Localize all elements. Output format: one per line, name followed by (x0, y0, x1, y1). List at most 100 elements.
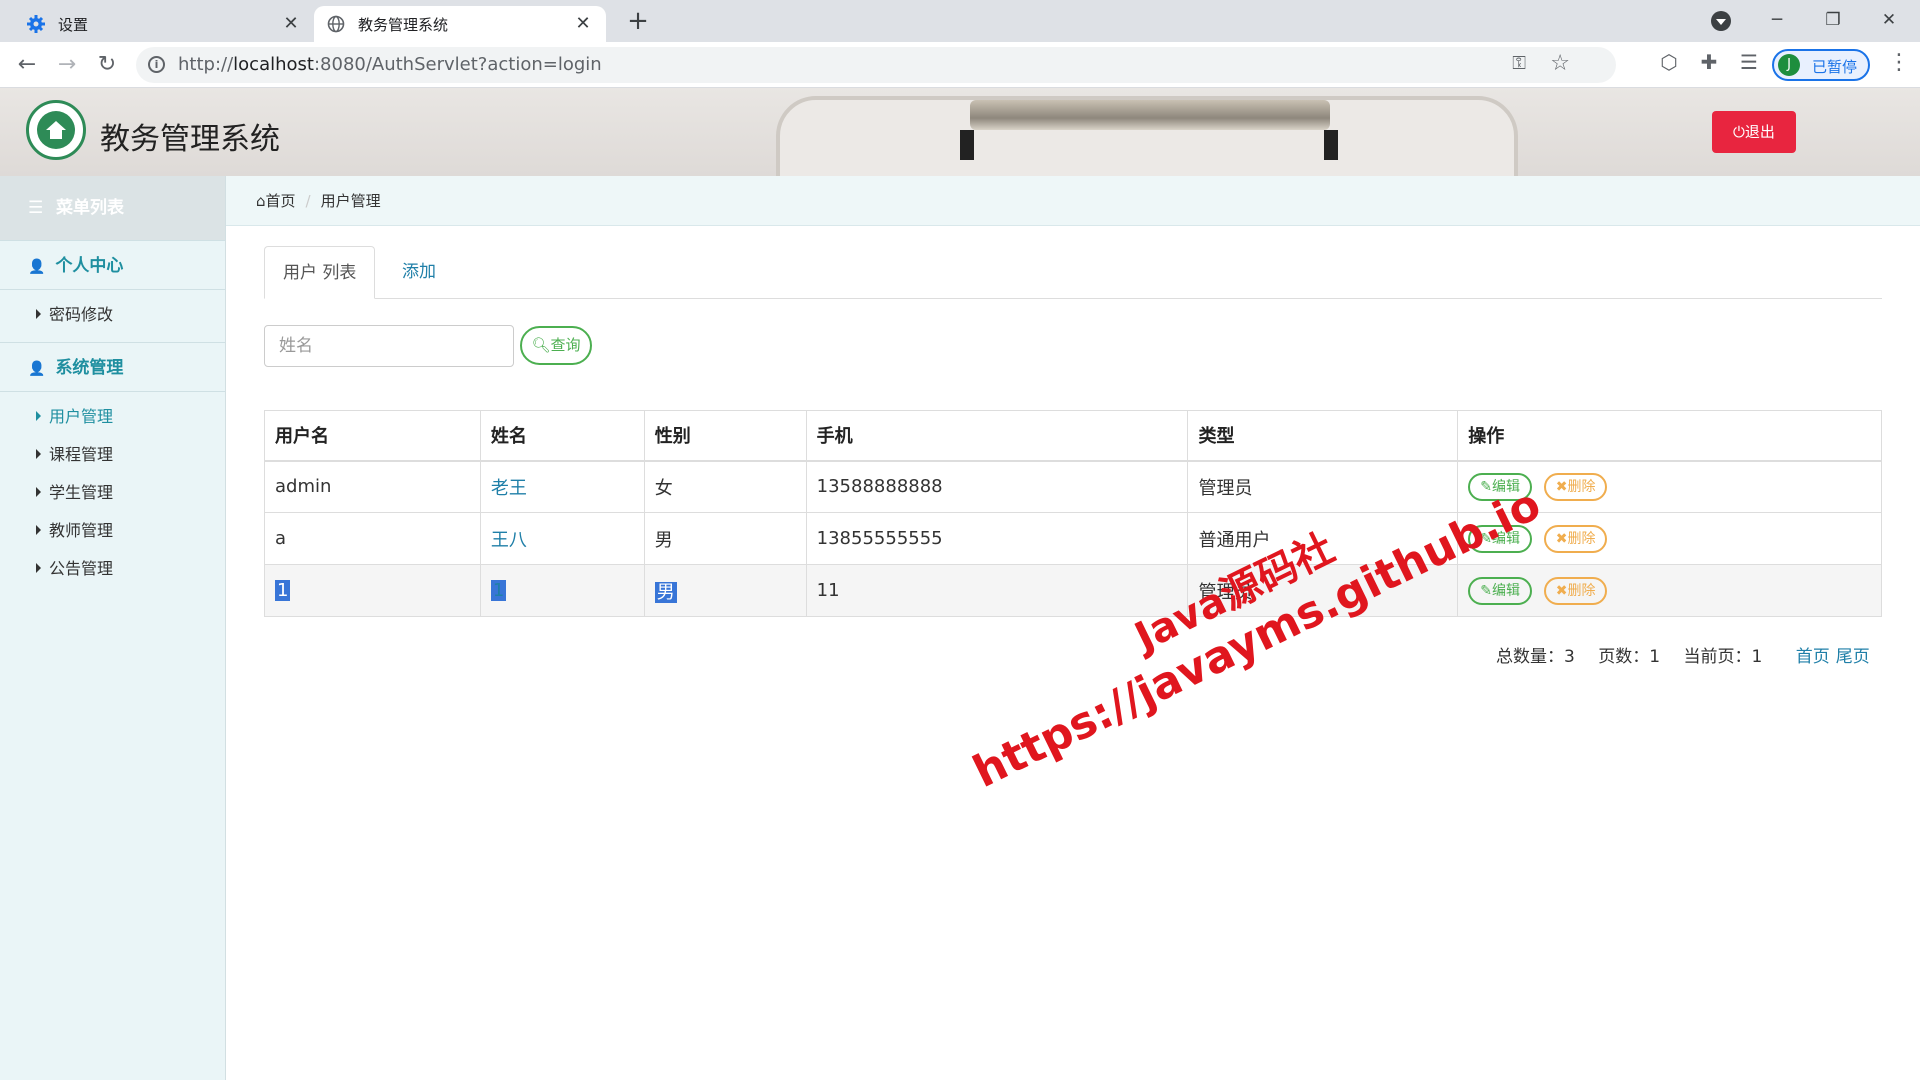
new-tab-button[interactable]: + (622, 6, 654, 38)
sidebar-item-courses[interactable]: 课程管理 (0, 436, 225, 474)
close-icon[interactable]: ✕ (572, 13, 594, 35)
name-link[interactable]: 老王 (491, 478, 527, 499)
sidebar-item-teachers[interactable]: 教师管理 (0, 512, 225, 550)
user-icon: 👤 (28, 259, 46, 275)
address-bar-row: ← → ↻ i http://localhost:8080/AuthServle… (0, 42, 1920, 88)
star-icon[interactable]: ☆ (1550, 51, 1570, 76)
clipboard-banner-image (776, 96, 1518, 176)
cell-phone: 13855555555 (805, 512, 1189, 565)
sidebar-item-users[interactable]: 用户管理 (0, 398, 225, 436)
cell-gender: 男 (643, 512, 807, 565)
total-count: 总数量：3 (1496, 647, 1575, 667)
table-row: a 王八 男 13855555555 普通用户 ✎编辑 ✖删除 (264, 512, 1882, 565)
tab-search-icon[interactable] (1711, 11, 1731, 31)
content-tabs: 用户 列表 添加 (264, 246, 1882, 299)
reading-list-icon[interactable]: ☰ (1734, 50, 1764, 74)
browser-tab-title: 设置 (58, 15, 89, 34)
caret-right-icon (36, 449, 41, 459)
sidebar-group-system[interactable]: 👤 系统管理 (0, 342, 225, 392)
name-search-input[interactable] (264, 325, 514, 367)
profile-button[interactable]: J 已暂停 (1772, 49, 1870, 81)
sidebar-item-password[interactable]: 密码修改 (0, 296, 225, 334)
breadcrumb-home[interactable]: 首页 (266, 192, 296, 210)
col-gender: 性别 (643, 410, 807, 462)
delete-button[interactable]: ✖删除 (1543, 576, 1608, 605)
minimize-icon[interactable]: ─ (1750, 0, 1804, 40)
globe-icon (326, 14, 346, 34)
cell-username: a (264, 512, 481, 565)
browser-tab-title: 教务管理系统 (358, 15, 449, 34)
url-text: http://localhost:8080/AuthServlet?action… (178, 54, 602, 75)
search-icon: 🔍︎ (531, 336, 551, 354)
url-field[interactable]: i http://localhost:8080/AuthServlet?acti… (136, 47, 1616, 83)
extension-icon[interactable]: ⬡ (1654, 50, 1684, 74)
app-header: 教务管理系统 ⏻退出 (0, 88, 1920, 176)
user-table: 用户名 姓名 性别 手机 类型 操作 admin 老王 女 1358888888… (264, 410, 1882, 617)
sidebar-item-students[interactable]: 学生管理 (0, 474, 225, 512)
col-actions: 操作 (1457, 410, 1882, 462)
caret-right-icon (36, 411, 41, 421)
info-icon[interactable]: i (148, 56, 165, 73)
table-header-row: 用户名 姓名 性别 手机 类型 操作 (264, 410, 1882, 462)
first-page-link[interactable]: 首页 (1796, 647, 1830, 667)
tab-user-list[interactable]: 用户 列表 (264, 246, 376, 299)
x-icon: ✖ (1555, 478, 1568, 495)
restore-icon[interactable]: ❐ (1806, 0, 1860, 40)
x-icon: ✖ (1555, 582, 1568, 599)
col-name: 姓名 (479, 410, 645, 462)
browser-tab-active[interactable]: 教务管理系统 ✕ (314, 6, 606, 42)
caret-right-icon (36, 309, 41, 319)
browser-tab-bar: 设置 ✕ 教务管理系统 ✕ + ─ ❐ ✕ (0, 0, 1920, 42)
caret-right-icon (36, 563, 41, 573)
avatar: J (1778, 54, 1800, 76)
sidebar-heading: ☰ 菜单列表 (0, 176, 225, 240)
cell-phone: 13588888888 (805, 460, 1189, 513)
back-icon[interactable]: ← (12, 50, 42, 80)
breadcrumb-current: 用户管理 (320, 192, 381, 210)
school-logo (26, 100, 86, 160)
sidebar-item-notices[interactable]: 公告管理 (0, 550, 225, 588)
close-icon[interactable]: ✕ (280, 13, 302, 35)
col-type: 类型 (1187, 410, 1459, 462)
x-icon: ✖ (1555, 530, 1568, 547)
page-count: 页数：1 (1598, 647, 1661, 667)
delete-button[interactable]: ✖删除 (1543, 472, 1608, 501)
caret-right-icon (36, 525, 41, 535)
current-page: 当前页：1 (1683, 647, 1763, 667)
name-link[interactable]: 王八 (491, 530, 527, 551)
reload-icon[interactable]: ↻ (92, 50, 122, 80)
list-icon: ☰ (28, 198, 44, 218)
browser-tab-settings[interactable]: 设置 ✕ (14, 6, 314, 42)
last-page-link[interactable]: 尾页 (1836, 647, 1870, 667)
sidebar: ☰ 菜单列表 👤 个人中心 密码修改 👤 系统管理 用户管理 课程管理 学生管理 教师… (0, 176, 226, 1080)
breadcrumb: ⌂首页 / 用户管理 (226, 176, 1920, 226)
query-button[interactable]: 🔍︎查询 (520, 326, 592, 365)
puzzle-icon[interactable]: ✚ (1694, 50, 1724, 74)
cell-username: admin (264, 460, 481, 513)
home-icon: ⌂ (256, 192, 266, 210)
edit-button[interactable]: ✎编辑 (1468, 576, 1532, 605)
cell-gender: 女 (643, 460, 807, 513)
power-icon: ⏻ (1733, 123, 1745, 141)
sidebar-group-personal[interactable]: 👤 个人中心 (0, 240, 225, 290)
window-close-icon[interactable]: ✕ (1862, 0, 1916, 40)
col-phone: 手机 (805, 410, 1189, 462)
gear-icon (26, 14, 46, 34)
page-title: 教务管理系统 (100, 122, 280, 157)
pencil-icon: ✎ (1480, 582, 1492, 599)
table-row: 1 1 男 11 管理员 ✎编辑 ✖删除 (264, 564, 1882, 617)
cell-username: 1 (275, 580, 291, 601)
logout-button[interactable]: ⏻退出 (1712, 111, 1796, 153)
col-username: 用户名 (264, 410, 481, 462)
cell-gender: 男 (654, 581, 677, 603)
tab-add[interactable]: 添加 (384, 246, 454, 299)
menu-kebab-icon[interactable]: ⋮ (1888, 50, 1910, 75)
caret-right-icon (36, 487, 41, 497)
table-row: admin 老王 女 13588888888 管理员 ✎编辑 ✖删除 (264, 460, 1882, 513)
delete-button[interactable]: ✖删除 (1543, 524, 1608, 553)
key-icon[interactable]: ⚿ (1512, 53, 1526, 74)
name-link[interactable]: 1 (490, 580, 507, 601)
user-icon: 👤 (28, 361, 46, 377)
forward-icon[interactable]: → (52, 50, 82, 80)
profile-status: 已暂停 (1812, 58, 1858, 76)
